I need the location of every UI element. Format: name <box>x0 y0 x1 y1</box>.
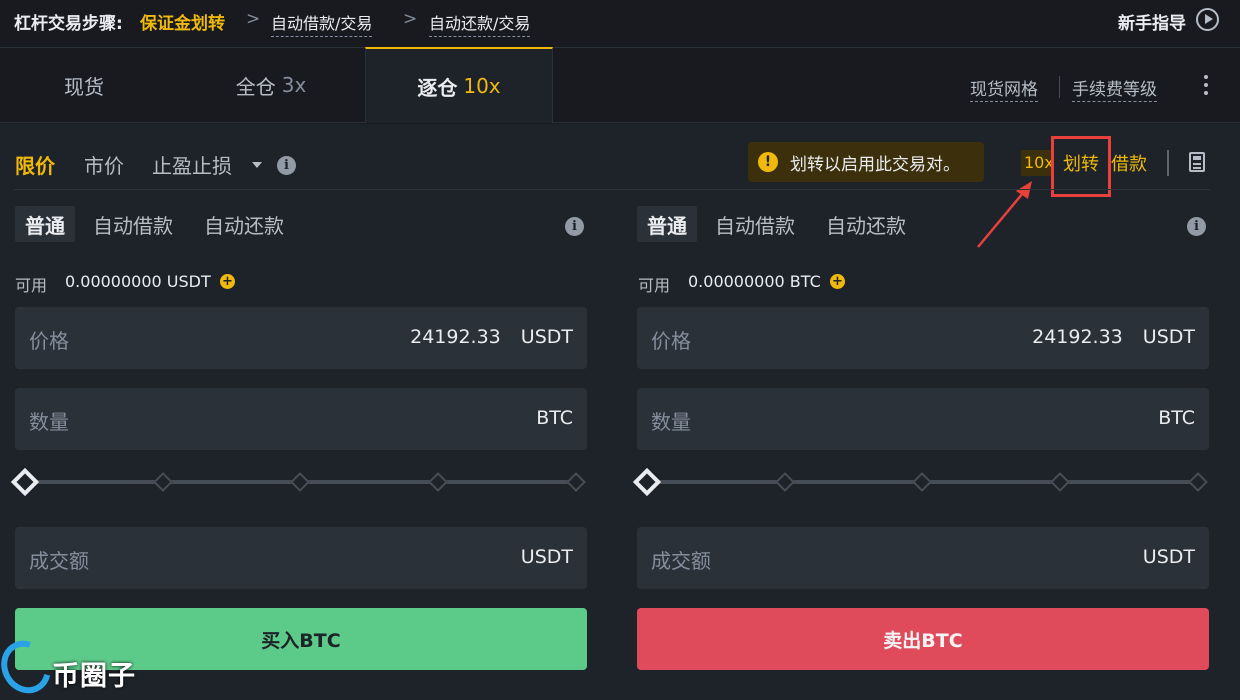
amount-unit: BTC <box>536 407 573 429</box>
tab-leverage: 3x <box>281 73 307 97</box>
breadcrumb-step-auto-repay[interactable]: 自动还款/交易 <box>429 10 531 37</box>
available-label: 可用 <box>638 276 671 295</box>
chevron-down-icon[interactable] <box>252 162 262 168</box>
sell-mode-normal[interactable]: 普通 <box>637 206 697 242</box>
breadcrumb-step-auto-borrow[interactable]: 自动借款/交易 <box>271 10 373 37</box>
price-unit: USDT <box>520 326 573 348</box>
amount-unit: BTC <box>1158 407 1195 429</box>
tab-label: 全仓 <box>235 74 276 99</box>
info-icon[interactable]: i <box>1187 217 1206 236</box>
price-unit: USDT <box>1142 326 1195 348</box>
sell-price-field[interactable]: 价格 24192.33 USDT <box>637 307 1209 369</box>
borrow-button[interactable]: 借款 <box>1111 150 1147 176</box>
divider <box>1059 76 1060 98</box>
price-value: 24192.33 <box>1032 326 1123 348</box>
play-circle-icon[interactable] <box>1196 8 1219 31</box>
calculator-icon[interactable] <box>1189 152 1205 172</box>
transfer-tooltip: ! 划转以启用此交易对。 <box>748 142 984 182</box>
buy-mode-normal[interactable]: 普通 <box>15 206 75 242</box>
breadcrumb-title: 杠杆交易步骤: <box>14 14 123 34</box>
order-type-limit[interactable]: 限价 <box>15 150 55 179</box>
tab-label: 现货 <box>64 74 104 99</box>
pointer-arrow-icon <box>977 181 1032 248</box>
buy-price-field[interactable]: 价格 24192.33 USDT <box>15 307 587 369</box>
field-label: 数量 <box>29 410 69 434</box>
highlight-box <box>1051 136 1111 197</box>
sell-amount-field[interactable]: 数量 BTC <box>637 388 1209 450</box>
warning-icon: ! <box>758 152 778 172</box>
total-unit: USDT <box>1142 546 1195 568</box>
sell-total-field[interactable]: 成交额 USDT <box>637 527 1209 589</box>
field-label: 价格 <box>29 329 69 353</box>
available-balance: 0.00000000 USDT <box>65 272 211 291</box>
add-funds-icon[interactable]: + <box>830 274 845 289</box>
divider <box>14 189 1210 190</box>
tab-cross[interactable]: 全仓 3x <box>180 47 362 123</box>
breadcrumb-separator: > <box>403 9 418 29</box>
order-type-stop-limit[interactable]: 止盈止损 <box>152 150 232 179</box>
field-label: 价格 <box>651 329 691 353</box>
spot-grid-link[interactable]: 现货网格 <box>970 75 1038 102</box>
info-icon[interactable]: i <box>565 217 584 236</box>
more-menu-icon[interactable] <box>1203 75 1209 99</box>
watermark-text: 币圈子 <box>52 661 136 692</box>
field-label: 数量 <box>651 410 691 434</box>
tooltip-text: 划转以启用此交易对。 <box>790 154 960 175</box>
order-type-market[interactable]: 市价 <box>84 150 124 179</box>
beginner-guide-link[interactable]: 新手指导 <box>1118 9 1186 34</box>
buy-mode-auto-repay[interactable]: 自动还款 <box>194 206 294 242</box>
available-balance: 0.00000000 BTC <box>688 272 821 291</box>
tab-spot[interactable]: 现货 <box>0 47 168 123</box>
sell-btc-button[interactable]: 卖出BTC <box>637 608 1209 670</box>
sell-mode-auto-borrow[interactable]: 自动借款 <box>705 206 805 242</box>
tab-label: 逐仓 <box>417 75 458 100</box>
tab-leverage: 10x <box>463 74 501 98</box>
price-value: 24192.33 <box>410 326 501 348</box>
buy-amount-field[interactable]: 数量 BTC <box>15 388 587 450</box>
available-label: 可用 <box>15 276 48 295</box>
fee-level-link[interactable]: 手续费等级 <box>1072 75 1157 102</box>
breadcrumb-separator: > <box>246 9 261 29</box>
field-label: 成交额 <box>29 549 89 573</box>
field-label: 成交额 <box>651 549 711 573</box>
total-unit: USDT <box>520 546 573 568</box>
info-icon[interactable]: i <box>277 156 296 175</box>
leverage-badge[interactable]: 10x <box>1021 150 1051 176</box>
buy-mode-auto-borrow[interactable]: 自动借款 <box>83 206 183 242</box>
breadcrumb-step-transfer[interactable]: 保证金划转 <box>140 9 225 34</box>
divider <box>1167 150 1169 176</box>
add-funds-icon[interactable]: + <box>220 274 235 289</box>
tab-isolated[interactable]: 逐仓 10x <box>365 47 553 123</box>
buy-total-field[interactable]: 成交额 USDT <box>15 527 587 589</box>
sell-mode-auto-repay[interactable]: 自动还款 <box>816 206 916 242</box>
